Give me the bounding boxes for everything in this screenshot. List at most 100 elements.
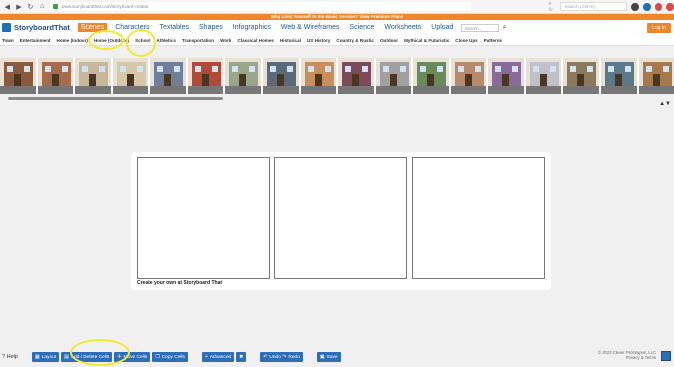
storyboard-cell-3[interactable] <box>412 157 545 279</box>
scene-street <box>450 86 487 94</box>
category-mythical-futuristic[interactable]: Mythical & Futuristic <box>404 38 449 43</box>
scene-thumbnail[interactable] <box>75 58 111 94</box>
forward-icon[interactable]: ▶ <box>15 2 24 11</box>
url-dropdown-icon[interactable]: ▾ ↻ <box>549 1 557 13</box>
scene-window <box>382 66 389 72</box>
copyright: © 2023 Clever Prototypes, LLC Privacy & … <box>597 350 656 360</box>
category-athletics[interactable]: Athletics <box>156 38 175 43</box>
advanced-button[interactable]: + Advanced <box>201 352 235 362</box>
scene-thumbnail[interactable] <box>375 58 412 94</box>
close-icon: ✖ <box>239 354 244 360</box>
scene-search-input[interactable]: Search... <box>461 23 500 32</box>
scene-scrollbar[interactable] <box>8 97 223 100</box>
scene-window <box>570 66 577 72</box>
scene-thumbnail[interactable] <box>150 58 186 94</box>
category-work[interactable]: Work <box>220 38 231 43</box>
category-transportation[interactable]: Transportation <box>182 38 214 43</box>
scene-thumbnail[interactable] <box>563 58 599 94</box>
save-icon: ▣ <box>319 354 325 360</box>
scene-thumbnail[interactable] <box>525 58 562 94</box>
scene-door <box>352 74 360 86</box>
category-historical[interactable]: Historical <box>280 38 301 43</box>
scene-window <box>345 66 352 72</box>
logo[interactable]: StoryboardThat <box>14 23 70 32</box>
storyboard-cell-2[interactable] <box>274 157 407 279</box>
pocket-icon[interactable] <box>631 2 640 11</box>
scene-thumbnail[interactable] <box>638 58 674 94</box>
nav-shapes[interactable]: Shapes <box>197 23 225 32</box>
search-icon[interactable]: ⌕ <box>502 24 506 32</box>
category-country-rustic[interactable]: Country & Rustic <box>336 38 374 43</box>
undo-icon: ↶ <box>263 354 268 360</box>
undo-button[interactable]: ↶ Undo ↷ Redo <box>260 352 303 362</box>
scene-thumbnail[interactable] <box>37 58 74 94</box>
scene-street <box>0 86 36 94</box>
scene-door <box>502 74 510 86</box>
scene-window <box>420 66 427 72</box>
scene-street <box>37 86 74 94</box>
scene-window <box>645 66 652 72</box>
delete-button[interactable]: ✖ <box>236 352 247 362</box>
scene-window <box>44 66 51 72</box>
scene-window <box>437 66 444 72</box>
storyboard-cell-1[interactable] <box>137 157 270 279</box>
scene-street <box>601 86 637 94</box>
scene-thumbnail[interactable] <box>601 58 637 94</box>
nav-infographics[interactable]: Infographics <box>231 23 273 32</box>
category-close-ups[interactable]: Close Ups <box>455 38 477 43</box>
collapse-arrows-icon[interactable]: ▲▼ <box>659 101 671 107</box>
storyboard-canvas: Create your own at Storyboard That <box>131 152 551 290</box>
scene-door <box>539 74 547 86</box>
copy-cells-button[interactable]: ❐ Copy Cells <box>152 352 188 362</box>
scene-window <box>211 66 218 72</box>
scene-door <box>314 74 322 86</box>
scene-thumbnail[interactable] <box>262 58 299 94</box>
scene-thumbnail[interactable] <box>112 58 149 94</box>
reload-icon[interactable]: ↻ <box>26 2 35 11</box>
layout-button[interactable]: ▦ Layout <box>32 352 60 362</box>
save-button[interactable]: ▣ Save <box>316 352 341 362</box>
nav-textables[interactable]: Textables <box>157 23 191 32</box>
category-classical-homes[interactable]: Classical Homes <box>237 38 274 43</box>
download-icon[interactable] <box>643 2 651 11</box>
category-entertainment[interactable]: Entertainment <box>20 38 51 43</box>
addon-icon[interactable] <box>666 2 674 11</box>
annotation-circle-add-delete <box>70 339 130 366</box>
nav-science[interactable]: Science <box>348 23 377 32</box>
scene-street <box>525 86 562 94</box>
scene-window <box>249 66 256 72</box>
scene-thumbnail[interactable] <box>413 58 449 94</box>
fullscreen-icon[interactable] <box>661 351 671 361</box>
nav-web-wireframes[interactable]: Web & Wireframes <box>279 23 342 32</box>
back-icon[interactable]: ◀ <box>3 2 12 11</box>
extension-icon[interactable] <box>654 2 663 11</box>
scene-window <box>194 66 201 72</box>
category-patterns[interactable]: Patterns <box>484 38 502 43</box>
browser-search-input[interactable]: Search (Ctrl+K) <box>560 2 628 11</box>
scene-thumbnail[interactable] <box>225 58 261 94</box>
scene-thumbnail[interactable] <box>0 58 36 94</box>
nav-worksheets[interactable]: Worksheets <box>382 23 423 32</box>
category-outdoor[interactable]: Outdoor <box>380 38 398 43</box>
login-button[interactable]: Log In <box>647 23 671 33</box>
address-bar[interactable]: www.storyboardthat.com/storyboard-creato… <box>50 2 471 11</box>
scene-street <box>112 86 149 94</box>
scene-window <box>232 66 239 72</box>
scene-window <box>82 66 89 72</box>
category-town[interactable]: Town <box>2 38 14 43</box>
privacy-link[interactable]: Privacy & Terms <box>598 355 656 360</box>
scene-thumbnail[interactable] <box>450 58 487 94</box>
category-us-history[interactable]: US History <box>307 38 331 43</box>
scene-door <box>577 74 585 86</box>
help-link[interactable]: ? Help <box>2 354 32 360</box>
logo-icon[interactable] <box>2 23 11 32</box>
scene-thumbnail[interactable] <box>488 58 524 94</box>
scene-thumbnail[interactable] <box>187 58 224 94</box>
scene-window <box>532 66 539 72</box>
scene-thumbnail[interactable] <box>300 58 337 94</box>
annotation-circle-characters <box>88 30 124 50</box>
category-home-indoor[interactable]: Home (Indoor) <box>57 38 88 43</box>
scene-thumbnail[interactable] <box>338 58 374 94</box>
nav-upload[interactable]: Upload <box>429 23 455 32</box>
home-icon[interactable]: ⌂ <box>38 2 47 11</box>
